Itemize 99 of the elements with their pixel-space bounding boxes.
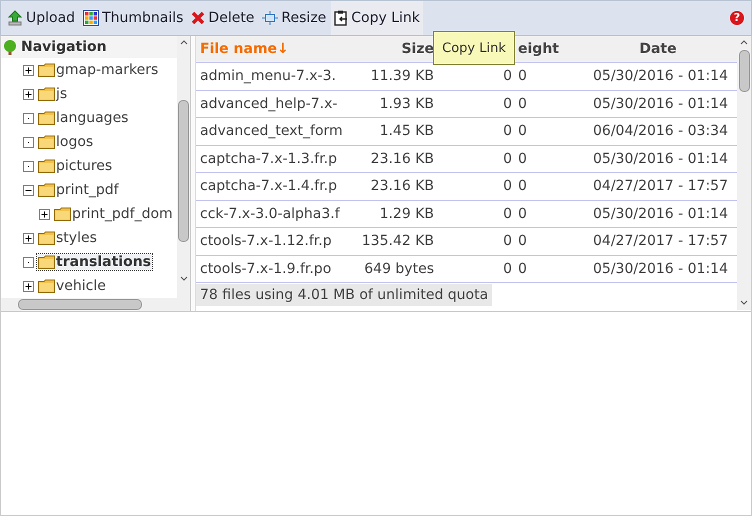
table-cell-text: 0 [502, 68, 512, 84]
folder-item[interactable]: translations [37, 254, 152, 270]
table-cell-text: 1.45 KB [378, 123, 434, 140]
folder-item[interactable]: logos [37, 134, 94, 150]
table-cell-text: 04/27/2017 - 17:57 [592, 178, 728, 194]
table-cell-text: 135.42 KB [360, 233, 434, 250]
tree-icon [3, 40, 17, 54]
table-cell-text: 0 [502, 123, 512, 140]
folder-icon [38, 231, 55, 245]
folder-item[interactable]: styles [37, 230, 98, 246]
table-cell-text: ctools-7.x-1.12.fr.p [199, 233, 333, 250]
table-cell-text: 0 [517, 233, 528, 250]
folder-icon [38, 159, 55, 173]
leaf-toggle-icon[interactable] [23, 112, 34, 124]
table-cell-text: 1.29 KB [378, 206, 434, 222]
table-cell-text: 05/30/2016 - 01:14 [592, 96, 728, 112]
leaf-toggle-icon[interactable] [23, 136, 34, 148]
table-cell-text: 23.16 KB [370, 178, 434, 194]
grid-icon [83, 10, 100, 26]
table-cell-text: captcha-7.x-1.3.fr.p [199, 150, 338, 167]
table-cell-text: 04/27/2017 - 17:57 [592, 233, 728, 250]
table-cell-text: 0 [502, 233, 512, 250]
toolbar-button[interactable]: Delete [188, 1, 258, 35]
folder-icon [38, 87, 55, 101]
expand-icon[interactable] [23, 64, 34, 76]
folder-icon [38, 279, 55, 293]
panel-title: Navigation [21, 39, 107, 55]
leaf-toggle-icon[interactable] [23, 160, 34, 172]
column-header[interactable]: Date [588, 41, 728, 57]
table-cell-text: 05/30/2016 - 01:14 [592, 68, 728, 84]
table-cell-text: 0 [517, 206, 528, 222]
folder-icon [38, 135, 55, 149]
table-cell-text: 0 [502, 206, 512, 222]
scroll-up-icon[interactable] [180, 39, 188, 45]
expand-icon[interactable] [23, 88, 34, 100]
upload-icon [7, 10, 23, 26]
table-cell-text: ctools-7.x-1.9.fr.po [199, 260, 332, 277]
folder-item[interactable]: pictures [37, 158, 114, 174]
folder-item[interactable]: vehicle [37, 278, 107, 294]
folder-item[interactable]: print_pdf_dom [53, 206, 174, 222]
clipboard-icon [334, 10, 348, 26]
table-cell-text: admin_menu-7.x-3. [199, 68, 337, 84]
table-cell-text: 23.16 KB [370, 150, 434, 167]
toolbar-button[interactable]: Resize [259, 1, 330, 35]
scroll-down-icon[interactable] [180, 276, 188, 282]
collapse-icon[interactable] [23, 184, 34, 196]
folder-icon [38, 183, 55, 197]
table-cell-text: 05/30/2016 - 01:14 [592, 206, 728, 222]
table-cell-text: 06/04/2016 - 03:34 [592, 123, 728, 140]
table-cell-text: 11.39 KB [370, 68, 434, 84]
table-cell-text: 0 [517, 123, 528, 140]
table-cell-text: 05/30/2016 - 01:14 [592, 150, 728, 167]
table-cell-text: 0 [502, 150, 512, 167]
table-cell-text: 1.93 KB [378, 96, 434, 112]
scrollbar[interactable] [737, 36, 751, 310]
expand-icon[interactable] [23, 232, 34, 244]
folder-item[interactable]: languages [37, 110, 130, 126]
scrollbar[interactable] [1, 298, 190, 311]
resize-icon [262, 11, 278, 25]
table-cell-text: 05/30/2016 - 01:14 [592, 260, 728, 277]
folder-icon [38, 111, 55, 125]
table-cell-text: 0 [517, 150, 528, 167]
column-header[interactable]: eight [512, 41, 588, 57]
toolbar-button[interactable]: Copy Link [331, 1, 423, 35]
table-cell-text: 0 [502, 260, 512, 277]
table-cell-text: cck-7.x-3.0-alpha3.f [199, 206, 341, 222]
expand-icon[interactable] [23, 280, 34, 292]
scrollbar-thumb[interactable] [738, 50, 750, 92]
folder-icon [38, 63, 55, 77]
table-cell-text: 0 [517, 178, 528, 194]
scrollbar-thumb[interactable] [18, 299, 142, 310]
folder-icon [38, 255, 55, 269]
table-cell-text: 0 [502, 178, 512, 194]
scroll-up-icon[interactable] [740, 39, 748, 45]
table-cell-text: 0 [517, 260, 528, 277]
scroll-down-icon[interactable] [740, 300, 748, 306]
expand-icon[interactable] [39, 208, 50, 220]
table-cell-text: advanced_help-7.x- [199, 96, 338, 112]
folder-item[interactable]: print_pdf [37, 182, 120, 198]
table-cell-text: 0 [502, 96, 512, 112]
splitter-handle[interactable] [191, 36, 196, 311]
delete-icon [191, 11, 206, 25]
scrollbar[interactable] [177, 36, 190, 298]
folder-icon [54, 207, 71, 221]
table-cell-text: 0 [517, 68, 528, 84]
folder-item[interactable]: gmap-markers [37, 62, 160, 78]
table-cell-text: captcha-7.x-1.4.fr.p [199, 178, 338, 194]
folder-item[interactable]: js [37, 86, 68, 102]
help-button[interactable]: ? [730, 11, 744, 25]
status-text: 78 files using 4.01 MB of unlimited quota [196, 284, 492, 306]
scrollbar-thumb[interactable] [178, 100, 189, 242]
table-cell-text: 0 [517, 96, 528, 112]
column-header[interactable]: Size [352, 41, 434, 57]
leaf-toggle-icon[interactable] [23, 256, 34, 268]
tooltip: Copy Link [433, 31, 515, 65]
toolbar-button[interactable]: Upload [4, 1, 78, 35]
toolbar-button[interactable]: Thumbnails [80, 1, 186, 35]
table-cell-text: advanced_text_form [199, 123, 344, 140]
table-cell-text: 649 bytes [363, 260, 434, 277]
